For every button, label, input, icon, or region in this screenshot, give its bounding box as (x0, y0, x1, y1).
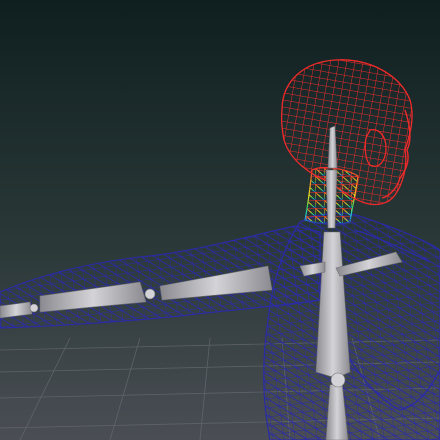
joint-shoulder[interactable] (144, 288, 156, 300)
joint-pelvis[interactable] (330, 372, 346, 388)
bone-neck[interactable] (325, 169, 338, 229)
viewport-canvas[interactable] (0, 0, 440, 440)
3d-viewport[interactable] (0, 0, 440, 440)
torso-mesh (263, 212, 440, 440)
joint-elbow[interactable] (29, 303, 39, 313)
